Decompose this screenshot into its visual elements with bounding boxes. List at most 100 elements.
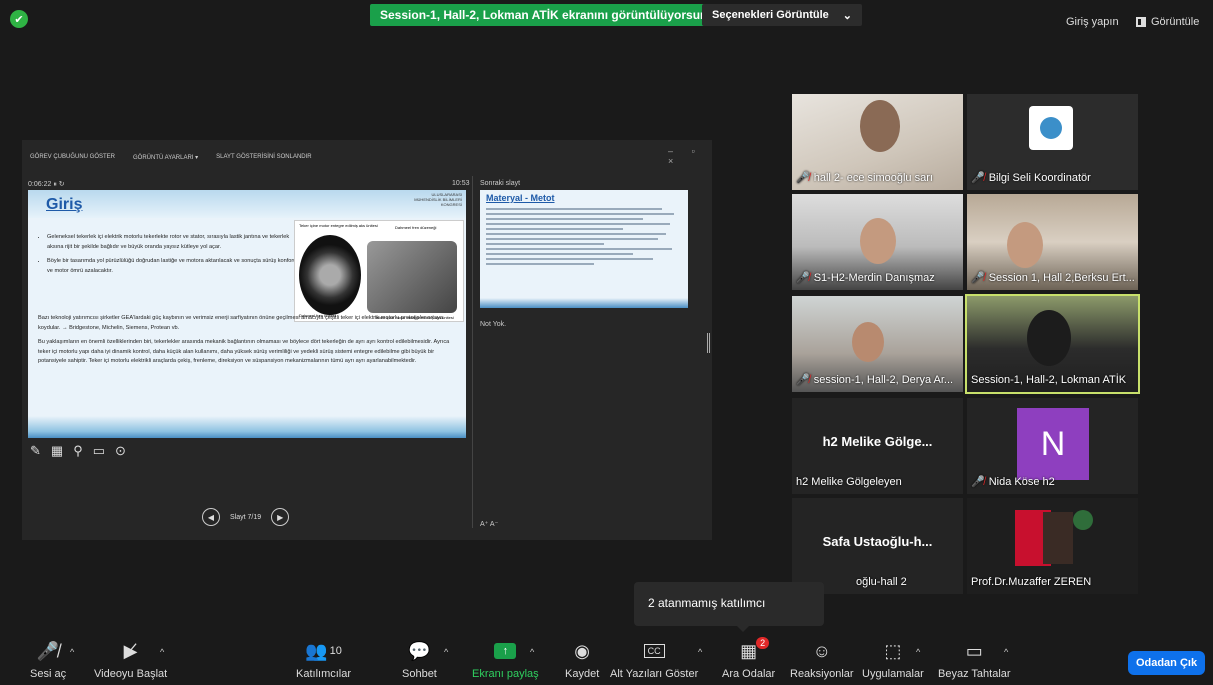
show-taskbar-button: GÖREV ÇUBUĞUNU GÖSTER xyxy=(30,154,116,160)
university-emblem xyxy=(1073,510,1093,530)
audio-options-chevron-icon[interactable]: ^ xyxy=(70,647,74,657)
participant-tile[interactable]: Prof.Dr.Muzaffer ZEREN xyxy=(967,498,1138,594)
participant-tile[interactable]: 🎤̸ hall 2- ece simooğlu sarı xyxy=(792,94,963,190)
mic-muted-icon: 🎤̸ xyxy=(796,272,810,284)
captions-options-chevron-icon[interactable]: ^ xyxy=(698,647,702,657)
apps-options-chevron-icon[interactable]: ^ xyxy=(916,647,920,657)
view-options-button[interactable]: Seçenekleri Görüntüle ⌄ xyxy=(702,4,862,26)
start-video-button[interactable]: ▶̸ Videoyu Başlat xyxy=(94,639,168,681)
participant-face xyxy=(1027,310,1071,366)
participant-name: Session-1, Hall-2, Lokman ATİK xyxy=(971,374,1127,386)
captions-button[interactable]: CC Alt Yazıları Göster xyxy=(610,639,698,680)
leave-meeting-button[interactable]: Odadan Çık xyxy=(1128,651,1205,675)
participants-icon: 👥 10 xyxy=(305,640,342,661)
mic-muted-icon: 🎤̸ xyxy=(971,172,985,184)
breakout-rooms-icon: ▦ 2 xyxy=(740,637,770,663)
reactions-label: Reaksiyonlar xyxy=(790,668,854,680)
participant-tile[interactable]: h2 Melike Gölge... h2 Melike Gölgeleyen xyxy=(792,398,963,494)
image-caption: Dahmeel fren düzeneği xyxy=(395,225,437,230)
participant-face xyxy=(852,322,884,362)
participant-tile[interactable]: 🎤̸ S1-H2-Merdin Danışmaz xyxy=(792,194,963,290)
participant-face xyxy=(1007,222,1043,268)
presenter-tools: ✎ ▦ ⚲ ▭ ⊙ xyxy=(30,443,126,459)
participant-tile[interactable]: N 🎤̸ Nida Köse h2 xyxy=(967,398,1138,494)
slide-counter: Slayt 7/19 xyxy=(230,513,262,521)
participant-name: 🎤̸ Nida Köse h2 xyxy=(971,475,1055,489)
presenter-timer-value: 0:06:22 xyxy=(28,181,52,188)
slide-corner-logo-text: ULUSLARARASI MÜHENDİSLİK BİLİMLERİ KONGR… xyxy=(414,192,462,207)
participant-tile[interactable]: Safa Ustaoğlu-h... oğlu-hall 2 xyxy=(792,498,963,594)
security-shield-icon[interactable]: ✔ xyxy=(10,10,28,28)
current-slide: Giriş ULUSLARARASI MÜHENDİSLİK BİLİMLERİ… xyxy=(28,190,466,438)
breakout-badge: 2 xyxy=(756,637,770,649)
reactions-icon: ☺ xyxy=(812,640,831,661)
share-screen-button[interactable]: ↑ Ekranı paylaş xyxy=(472,639,539,680)
participant-tile[interactable]: 🎤̸ Session 1, Hall 2,Berksu Ert... xyxy=(967,194,1138,290)
chat-options-chevron-icon[interactable]: ^ xyxy=(444,647,448,657)
previous-slide-icon: ◀ xyxy=(202,508,220,526)
active-speaker-tile[interactable]: Session-1, Hall-2, Lokman ATİK xyxy=(965,294,1140,394)
share-screen-label: Ekranı paylaş xyxy=(472,668,539,680)
share-screen-icon-wrap: ↑ xyxy=(494,639,517,663)
slide-bullet: Böyle bir tasarımda yol pürüzlülüğü doğr… xyxy=(47,256,300,276)
whiteboards-button[interactable]: ▭ Beyaz Tahtalar xyxy=(938,639,1011,681)
participant-avatar: N xyxy=(1017,408,1089,480)
tooltip-arrow xyxy=(737,626,749,632)
split-handle xyxy=(707,333,710,353)
view-options-label: Seçenekleri Görüntüle xyxy=(712,9,829,21)
record-icon: ◉ xyxy=(574,640,590,661)
mic-muted-icon: 🎤̸ xyxy=(796,172,810,184)
timer-controls: ⏸ ↻ xyxy=(53,181,65,188)
display-settings-button: GÖRÜNTÜ AYARLARI ▾ xyxy=(133,155,199,161)
captions-label: Alt Yazıları Göster xyxy=(610,668,699,680)
next-slide-label: Sonraki slayt xyxy=(480,180,521,187)
view-button-label: Görüntüle xyxy=(1151,16,1200,28)
start-video-label: Videoyu Başlat xyxy=(94,668,168,680)
slide-bullets: Geleneksel tekerlek içi elektrik motorlu… xyxy=(38,232,300,280)
participants-count: 10 xyxy=(329,645,342,657)
slides-grid-icon: ▦ xyxy=(50,443,64,458)
slide-title: Giriş xyxy=(46,196,83,213)
chat-label: Sohbet xyxy=(402,668,437,680)
bilsel-logo xyxy=(1029,106,1073,150)
video-options-chevron-icon[interactable]: ^ xyxy=(160,647,164,657)
screen-icon: ▭ xyxy=(92,443,106,458)
apps-icon: ⬚ xyxy=(884,640,902,661)
whiteboard-options-chevron-icon[interactable]: ^ xyxy=(1004,647,1008,657)
slide-bullet: Geleneksel tekerlek içi elektrik motorlu… xyxy=(47,232,300,252)
participant-name: 🎤̸ Session 1, Hall 2,Berksu Ert... xyxy=(971,271,1135,285)
presenter-toolbar: GÖREV ÇUBUĞUNU GÖSTER GÖRÜNTÜ AYARLARI ▾… xyxy=(30,154,312,161)
slide-paragraphs: Bazı teknoloji yatırımcısı şirketler GEA… xyxy=(38,314,462,372)
next-slide-text xyxy=(486,208,682,268)
presenter-window-controls: – ▫ × xyxy=(668,146,703,166)
apps-button[interactable]: ⬚ Uygulamalar xyxy=(862,639,924,681)
participant-face xyxy=(860,218,896,264)
reactions-button[interactable]: ☺ Reaksiyonlar xyxy=(790,639,854,681)
chat-icon: 💬 xyxy=(408,640,431,661)
chat-button[interactable]: 💬 Sohbet xyxy=(402,639,437,681)
share-options-chevron-icon[interactable]: ^ xyxy=(530,647,534,657)
sign-in-link[interactable]: Giriş yapın xyxy=(1066,16,1119,28)
presenter-timer: 0:06:22 ⏸ ↻ xyxy=(28,180,65,189)
view-button[interactable]: Görüntüle xyxy=(1136,16,1199,28)
participant-tile[interactable]: 🎤̸ Bilgi Seli Koordinatör xyxy=(967,94,1138,190)
slide-navigation: ◀ Slayt 7/19 ▶ xyxy=(202,508,290,526)
mic-muted-icon: 🎤̸ xyxy=(971,272,985,284)
breakout-rooms-button[interactable]: ▦ 2 Ara Odalar xyxy=(722,637,775,680)
participant-name: 🎤̸ S1-H2-Merdin Danışmaz xyxy=(796,271,935,285)
record-button[interactable]: ◉ Kaydet xyxy=(565,639,599,681)
next-slide-preview: Materyal - Metot xyxy=(480,190,688,308)
participant-name: 🎤̸ session-1, Hall-2, Derya Ar... xyxy=(796,373,954,387)
participant-tile[interactable]: 🎤̸ session-1, Hall-2, Derya Ar... xyxy=(792,296,963,392)
speaker-notes: Not Yok. xyxy=(480,321,507,328)
portrait-image xyxy=(1043,512,1073,564)
participants-button[interactable]: 👥 10 Katılımcılar xyxy=(296,639,351,681)
next-slide-title: Materyal - Metot xyxy=(486,193,555,203)
slide-paragraph: Bu yaklaşımların en önemli özelliklerind… xyxy=(38,339,450,364)
unassigned-participants-tooltip: 2 atanmamış katılımcı xyxy=(634,582,824,626)
unmute-button[interactable]: 🎤̸ Sesi aç xyxy=(30,639,66,681)
participant-name: 🎤̸ Bilgi Seli Koordinatör xyxy=(971,171,1091,185)
participant-name: h2 Melike Gölgeleyen xyxy=(796,476,902,488)
participant-big-name: h2 Melike Gölge... xyxy=(822,434,933,449)
image-caption: Teker içine motor entegre edilmiş aks ün… xyxy=(299,223,378,228)
